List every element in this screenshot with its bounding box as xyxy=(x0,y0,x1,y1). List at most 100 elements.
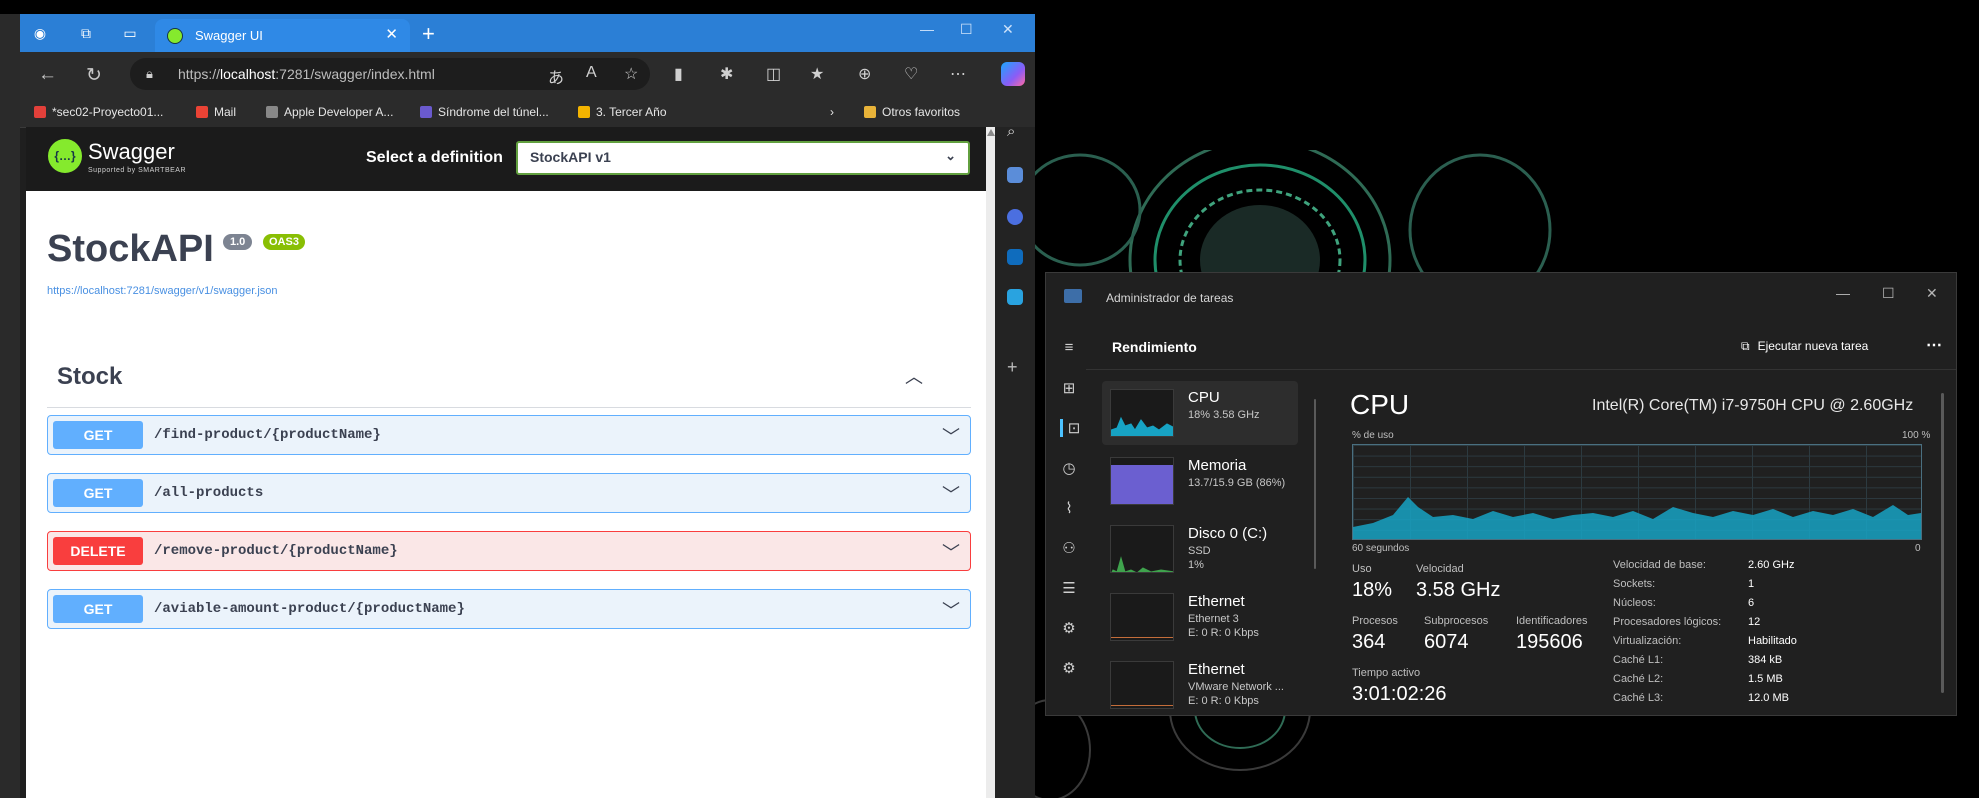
tab-swagger-ui[interactable]: Swagger UI ✕ xyxy=(155,19,410,52)
minimize-icon[interactable]: — xyxy=(920,21,934,37)
maximize-icon[interactable]: ☐ xyxy=(960,21,973,38)
tab-actions-icon[interactable]: ▭ xyxy=(120,23,140,43)
copilot-sidebar-icon[interactable] xyxy=(1007,209,1023,225)
perf-item-detail: 18% 3.58 GHz xyxy=(1188,409,1260,421)
graph-y-max: 100 % xyxy=(1902,430,1931,441)
copilot-icon[interactable] xyxy=(1001,62,1025,86)
spec-key: Caché L2: xyxy=(1613,673,1664,685)
method-badge: GET xyxy=(53,479,143,507)
swagger-logo-icon[interactable]: {…} xyxy=(46,137,84,175)
read-aloud-icon[interactable]: A xyxy=(586,64,597,82)
performance-icon[interactable]: ⊡ xyxy=(1060,419,1083,437)
bookmarks-overflow-icon[interactable]: › xyxy=(830,105,834,119)
spec-url-link[interactable]: https://localhost:7281/swagger/v1/swagge… xyxy=(47,285,278,297)
stat-value: 6074 xyxy=(1424,631,1469,653)
telegram-icon[interactable] xyxy=(1007,289,1023,305)
outlook-icon[interactable] xyxy=(1007,249,1023,265)
chevron-down-icon[interactable]: ﹀ xyxy=(942,423,960,449)
back-icon[interactable]: ← xyxy=(38,64,57,86)
tag-stock-title[interactable]: Stock xyxy=(57,363,122,391)
spec-value: 12 xyxy=(1748,616,1761,628)
gmail-icon xyxy=(196,106,208,118)
pdf-icon xyxy=(34,106,46,118)
new-tab-icon[interactable]: + xyxy=(422,21,435,47)
stat-value: 364 xyxy=(1352,631,1386,653)
edge-sidebar: ⌕ + xyxy=(995,123,1035,798)
shopping-tag-icon[interactable] xyxy=(1007,167,1023,183)
detail-scrollbar[interactable] xyxy=(1941,393,1944,693)
cpu-usage-graph xyxy=(1352,444,1922,540)
chevron-down-icon[interactable]: ﹀ xyxy=(942,481,960,507)
settings-icon[interactable]: ⚙ xyxy=(1060,659,1078,677)
favorite-star-icon[interactable]: ☆ xyxy=(624,64,638,84)
definition-select[interactable]: StockAPI v1 ⌄ xyxy=(516,141,970,175)
workspaces-icon[interactable]: ⧉ xyxy=(76,23,96,43)
bookmarks-bar: *sec02-Proyecto01... Mail Apple Develope… xyxy=(20,97,1035,128)
stat-label: Tiempo activo xyxy=(1352,667,1421,679)
browser-essentials-icon[interactable]: ♡ xyxy=(904,64,918,84)
perf-item-name: Memoria xyxy=(1188,457,1247,474)
close-window-icon[interactable]: ✕ xyxy=(1002,21,1014,38)
stat-label: Uso xyxy=(1352,563,1372,575)
search-icon[interactable]: ⌕ xyxy=(1007,123,1023,140)
maximize-icon[interactable]: ☐ xyxy=(1882,285,1895,302)
pane-splitter[interactable] xyxy=(1314,399,1316,569)
add-sidebar-app-icon[interactable]: + xyxy=(1007,357,1023,377)
stat-value: 18% xyxy=(1352,579,1393,601)
chevron-up-icon[interactable]: ︿ xyxy=(905,363,923,389)
perf-item-disk[interactable]: Disco 0 (C:) SSD 1% xyxy=(1102,517,1298,581)
split-screen-icon[interactable]: ◫ xyxy=(766,64,781,84)
details-icon[interactable]: ☰ xyxy=(1060,579,1078,597)
bookmark-folder-other[interactable]: Otros favoritos xyxy=(864,105,960,119)
stat-value: 195606 xyxy=(1516,631,1583,653)
page-scrollbar[interactable] xyxy=(986,127,995,798)
perf-item-memory[interactable]: Memoria 13.7/15.9 GB (86%) xyxy=(1102,449,1298,513)
services-icon[interactable]: ⚙ xyxy=(1060,619,1078,637)
operation-row[interactable]: GET /aviable-amount-product/{productName… xyxy=(47,589,971,629)
favorites-icon[interactable]: ★ xyxy=(810,64,824,84)
bookmark-item[interactable]: Síndrome del túnel... xyxy=(420,105,549,119)
address-bar[interactable]: 🔒︎ https://localhost:7281/swagger/index.… xyxy=(130,58,650,90)
scroll-up-icon[interactable] xyxy=(987,129,995,136)
run-new-task-button[interactable]: ⧉ Ejecutar nueva tarea xyxy=(1741,339,1868,354)
task-manager-nav: ≡ ⊞ ⊡ ◷ ⌇ ⚇ ☰ ⚙ ⚙ xyxy=(1046,315,1086,715)
disk-thumbnail xyxy=(1110,525,1174,573)
extensions-puzzle-icon[interactable]: ✱ xyxy=(720,64,733,84)
hamburger-menu-icon[interactable]: ≡ xyxy=(1060,339,1078,356)
minimize-icon[interactable]: — xyxy=(1836,285,1850,301)
swagger-topbar: {…} Swagger Supported by SMARTBEAR Selec… xyxy=(26,127,986,191)
chevron-down-icon[interactable]: ﹀ xyxy=(942,539,960,565)
operation-row[interactable]: GET /find-product/{productName} ﹀ xyxy=(47,415,971,455)
users-icon[interactable]: ⚇ xyxy=(1060,539,1078,557)
refresh-icon[interactable]: ↻ xyxy=(86,64,102,87)
stat-value: 3:01:02:26 xyxy=(1352,683,1447,705)
stat-label: Velocidad xyxy=(1416,563,1464,575)
bookmark-item[interactable]: *sec02-Proyecto01... xyxy=(34,105,163,119)
more-options-icon[interactable]: ⋯ xyxy=(1926,335,1942,355)
url-path: :7281/swagger/index.html xyxy=(275,66,435,82)
bookmark-item[interactable]: 3. Tercer Año xyxy=(578,105,667,119)
bookmark-item[interactable]: Apple Developer A... xyxy=(266,105,393,119)
extension-icon[interactable]: ▮ xyxy=(674,64,683,84)
chevron-down-icon[interactable]: ﹀ xyxy=(942,597,960,623)
bookmark-item[interactable]: Mail xyxy=(196,105,236,119)
profile-avatar-icon[interactable]: ◉ xyxy=(30,23,50,43)
task-manager-title: Administrador de tareas xyxy=(1106,291,1234,305)
lock-icon[interactable]: 🔒︎ xyxy=(146,66,153,82)
ethernet-thumbnail xyxy=(1110,593,1174,641)
operation-row[interactable]: DELETE /remove-product/{productName} ﹀ xyxy=(47,531,971,571)
collections-icon[interactable]: ⊕ xyxy=(858,64,871,84)
close-tab-icon[interactable]: ✕ xyxy=(385,25,398,43)
perf-item-cpu[interactable]: CPU 18% 3.58 GHz xyxy=(1102,381,1298,445)
perf-item-ethernet[interactable]: Ethernet VMware Network ... E: 0 R: 0 Kb… xyxy=(1102,653,1298,715)
oas-badge: OAS3 xyxy=(263,234,305,250)
spec-key: Procesadores lógicos: xyxy=(1613,616,1722,628)
startup-apps-icon[interactable]: ⌇ xyxy=(1060,499,1078,517)
more-menu-icon[interactable]: ⋯ xyxy=(950,64,966,84)
translate-icon[interactable]: あ xyxy=(548,64,564,88)
operation-row[interactable]: GET /all-products ﹀ xyxy=(47,473,971,513)
app-history-icon[interactable]: ◷ xyxy=(1060,459,1078,477)
close-window-icon[interactable]: ✕ xyxy=(1926,285,1938,302)
perf-item-ethernet[interactable]: Ethernet Ethernet 3 E: 0 R: 0 Kbps xyxy=(1102,585,1298,649)
processes-icon[interactable]: ⊞ xyxy=(1060,379,1078,397)
